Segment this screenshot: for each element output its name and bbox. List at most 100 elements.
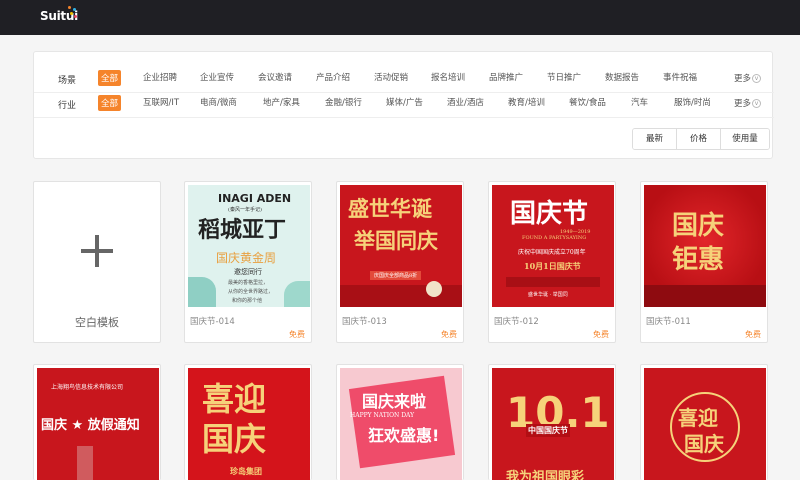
filter-scene-all[interactable]: 全部 bbox=[98, 70, 122, 86]
template-thumbnail: INAGI ADEN (秦风一年手记) 稻城亚丁 国庆黄金周 邀您同行 最美的香… bbox=[188, 185, 310, 307]
thumb-text: 狂欢盛惠! bbox=[368, 426, 440, 445]
logo-dots-icon bbox=[68, 6, 78, 20]
template-name: 国庆节-013 bbox=[342, 317, 387, 327]
filter-industry-item[interactable]: 金融/银行 bbox=[325, 96, 362, 108]
thumb-text: 国庆 bbox=[202, 420, 267, 458]
thumb-text: 上海翔鸟信息技术有限公司 bbox=[51, 384, 124, 391]
template-name: 国庆节-014 bbox=[190, 317, 235, 327]
filter-scene-more[interactable]: 更多 v bbox=[734, 72, 762, 84]
divider bbox=[34, 117, 774, 118]
filter-industry-item[interactable]: 服饰/时尚 bbox=[674, 96, 711, 108]
filter-scene-item[interactable]: 事件祝福 bbox=[663, 71, 697, 83]
thumb-text: 国庆黄金周 bbox=[216, 251, 277, 265]
thumb-text: 从你的全世界路过， bbox=[228, 289, 274, 295]
filter-panel: 场景 全部 企业招聘 企业宣传 会议邀请 产品介绍 活动促销 报名培训 品牌推广… bbox=[33, 51, 774, 159]
sort-price-button[interactable]: 价格 bbox=[677, 129, 721, 149]
filter-label-scene: 场景 bbox=[58, 76, 77, 86]
filter-industry-item[interactable]: 餐饮/食品 bbox=[569, 96, 606, 108]
template-thumbnail: 国庆节 FOUND A PARTYSAYING 1949—2019 庆祝中国国庆… bbox=[492, 185, 614, 307]
thumb-text: 盛世华诞 · 举国同 bbox=[528, 292, 568, 298]
sort-usage-button[interactable]: 使用量 bbox=[721, 129, 769, 149]
price-badge: 免费 bbox=[441, 330, 457, 339]
price-badge: 免费 bbox=[289, 330, 305, 339]
template-card[interactable]: 盛世华诞 举国同庆 庆国庆全部商品8折 国庆节-013 免费 bbox=[336, 181, 464, 343]
filter-scene-item[interactable]: 品牌推广 bbox=[489, 71, 523, 83]
lantern-decoration-icon bbox=[340, 285, 462, 307]
great-wall-decoration-icon bbox=[506, 277, 600, 287]
thumb-text: 国庆 bbox=[684, 432, 724, 456]
template-thumbnail: 喜迎 国庆 bbox=[644, 368, 766, 480]
thumb-text: 盛世华诞 bbox=[348, 196, 432, 221]
filter-industry-item[interactable]: 酒业/酒店 bbox=[447, 96, 484, 108]
price-badge: 免费 bbox=[593, 330, 609, 339]
filter-row-scene: 场景 全部 企业招聘 企业宣传 会议邀请 产品介绍 活动促销 报名培训 品牌推广… bbox=[34, 67, 774, 93]
template-card[interactable]: 喜迎 国庆 bbox=[640, 364, 768, 480]
template-name: 国庆节-012 bbox=[494, 317, 539, 327]
thumb-text: 国庆来啦 bbox=[362, 392, 427, 411]
filter-industry-all[interactable]: 全部 bbox=[98, 95, 122, 111]
template-thumbnail: 喜迎 国庆 珍岛集团 bbox=[188, 368, 310, 480]
filter-industry-more[interactable]: 更多 v bbox=[734, 97, 762, 109]
thumb-text: 喜迎 bbox=[678, 406, 718, 430]
filter-scene-item[interactable]: 节日推广 bbox=[547, 71, 581, 83]
filter-scene-item[interactable]: 活动促销 bbox=[374, 71, 408, 83]
template-thumbnail: 盛世华诞 举国同庆 庆国庆全部商品8折 bbox=[340, 185, 462, 307]
template-card[interactable]: 10.1 中国国庆节 我为祖国眼彩 bbox=[488, 364, 616, 480]
template-card[interactable]: 国庆 钜惠 国庆节-011 免费 bbox=[640, 181, 768, 343]
template-thumbnail: 10.1 中国国庆节 我为祖国眼彩 bbox=[492, 368, 614, 480]
thumb-text: 10月1日国庆节 bbox=[524, 261, 581, 271]
filter-scene-item[interactable]: 报名培训 bbox=[431, 71, 465, 83]
filter-scene-item[interactable]: 产品介绍 bbox=[316, 71, 350, 83]
sort-latest-button[interactable]: 最新 bbox=[633, 129, 677, 149]
template-thumbnail: 国庆来啦 HAPPY NATION DAY 狂欢盛惠! bbox=[340, 368, 462, 480]
chevron-down-icon: v bbox=[752, 74, 762, 83]
template-card[interactable]: 国庆节 FOUND A PARTYSAYING 1949—2019 庆祝中国国庆… bbox=[488, 181, 616, 343]
thumb-text: 1949—2019 bbox=[560, 229, 591, 235]
thumb-text: 邀您同行 bbox=[234, 268, 262, 276]
thumb-text: 举国同庆 bbox=[354, 228, 438, 253]
template-card[interactable]: 喜迎 国庆 珍岛集团 bbox=[184, 364, 312, 480]
filter-scene-item[interactable]: 数据报告 bbox=[605, 71, 639, 83]
thumb-text: 国庆 bbox=[672, 211, 725, 241]
top-bar: Suitui bbox=[0, 0, 800, 35]
thumb-text: 最美的香格里拉， bbox=[228, 280, 269, 286]
chevron-down-icon: v bbox=[752, 99, 762, 108]
filter-industry-item[interactable]: 媒体/广告 bbox=[386, 96, 423, 108]
thumb-text: 庆祝中国国庆成立70周年 bbox=[518, 249, 586, 256]
more-label: 更多 bbox=[734, 74, 752, 84]
thumb-text: 中国国庆节 bbox=[526, 424, 570, 437]
blank-template-card[interactable]: 空白模板 bbox=[33, 181, 161, 343]
template-card[interactable]: 国庆来啦 HAPPY NATION DAY 狂欢盛惠! bbox=[336, 364, 464, 480]
filter-scene-item[interactable]: 企业招聘 bbox=[143, 71, 177, 83]
thumb-text: 我为祖国眼彩 bbox=[506, 470, 585, 480]
more-label: 更多 bbox=[734, 99, 752, 109]
thumb-text: INAGI ADEN bbox=[218, 192, 292, 205]
filter-industry-item[interactable]: 电商/微商 bbox=[200, 96, 237, 108]
skyline-decoration-icon bbox=[644, 285, 766, 307]
thumb-text: 钜惠 bbox=[672, 245, 725, 275]
rabbit-icon bbox=[426, 281, 442, 297]
template-thumbnail: 上海翔鸟信息技术有限公司 国庆 ★ 放假通知 bbox=[37, 368, 159, 480]
filter-scene-item[interactable]: 企业宣传 bbox=[200, 71, 234, 83]
filter-scene-item[interactable]: 会议邀请 bbox=[258, 71, 292, 83]
filter-industry-item[interactable]: 地产/家具 bbox=[263, 96, 300, 108]
template-card[interactable]: INAGI ADEN (秦风一年手记) 稻城亚丁 国庆黄金周 邀您同行 最美的香… bbox=[184, 181, 312, 343]
thumb-text: 庆国庆全部商品8折 bbox=[370, 271, 422, 280]
thumb-text: 稻城亚丁 bbox=[198, 217, 287, 243]
blank-template-label: 空白模板 bbox=[75, 316, 119, 329]
thumb-text: 国庆节 bbox=[510, 199, 589, 229]
plus-icon bbox=[81, 235, 113, 267]
thumb-text: 和你的那个他 bbox=[232, 298, 263, 304]
filter-industry-item[interactable]: 互联网/IT bbox=[143, 96, 179, 108]
template-card[interactable]: 上海翔鸟信息技术有限公司 国庆 ★ 放假通知 bbox=[33, 364, 161, 480]
template-thumbnail: 国庆 钜惠 bbox=[644, 185, 766, 307]
leaf-decoration-icon bbox=[284, 281, 310, 307]
filter-industry-item[interactable]: 汽车 bbox=[631, 96, 648, 108]
filter-industry-item[interactable]: 教育/培训 bbox=[508, 96, 545, 108]
price-badge: 免费 bbox=[745, 330, 761, 339]
leaf-decoration-icon bbox=[188, 277, 216, 307]
monument-decoration-icon bbox=[77, 446, 93, 480]
thumb-text: HAPPY NATION DAY bbox=[350, 412, 415, 419]
thumb-text: 珍岛集团 bbox=[230, 466, 262, 476]
template-name: 国庆节-011 bbox=[646, 317, 691, 327]
